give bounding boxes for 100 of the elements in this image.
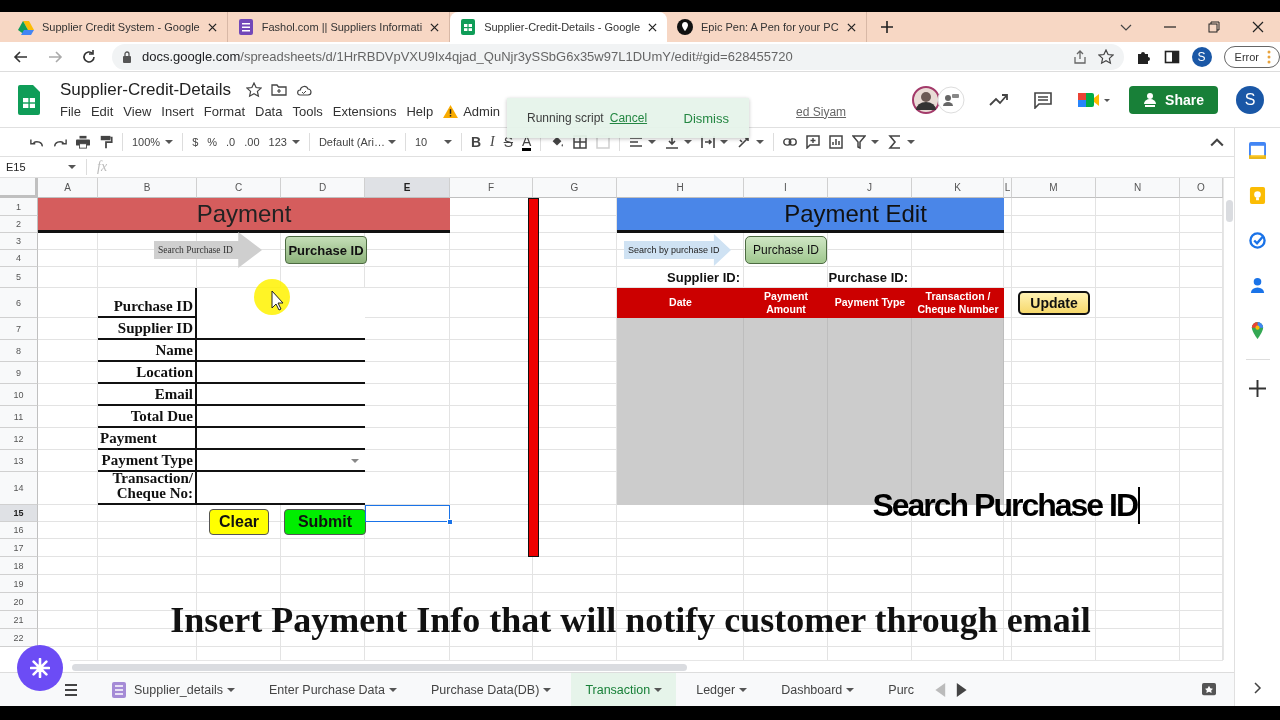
submit-button[interactable]: Submit bbox=[284, 509, 366, 535]
add-comment-icon[interactable] bbox=[806, 135, 821, 149]
account-avatar[interactable]: S bbox=[1236, 85, 1264, 114]
sheet-tab[interactable]: Supplier_details bbox=[98, 672, 249, 707]
strikethrough-button[interactable]: S bbox=[503, 134, 514, 150]
expand-icon[interactable] bbox=[1253, 682, 1262, 694]
row-header[interactable]: 19 bbox=[0, 575, 38, 593]
sidebar-icon[interactable] bbox=[1163, 48, 1180, 65]
sheet-tab[interactable]: Transaction bbox=[571, 672, 677, 707]
scroll-right-icon[interactable] bbox=[954, 682, 968, 697]
menu-item[interactable]: View bbox=[123, 104, 152, 119]
menu-item[interactable]: Help bbox=[406, 104, 434, 119]
all-sheets-icon[interactable] bbox=[64, 682, 78, 697]
bold-button[interactable]: B bbox=[470, 134, 481, 150]
menu-item[interactable]: Admin bbox=[463, 104, 501, 119]
row-header[interactable]: 14 bbox=[0, 472, 38, 505]
address-field[interactable]: docs.google.com/spreadsheets/d/1HrRBDVpVXU9Ix4qjad_QuNjr3ySSbG6x35w97L1DUmY/edit#gid=628455720 bbox=[112, 43, 1124, 70]
font-size-dropdown[interactable]: 10 bbox=[414, 136, 439, 148]
row-header[interactable]: 11 bbox=[0, 406, 38, 428]
column-header[interactable]: J bbox=[828, 178, 912, 198]
column-header[interactable]: B bbox=[98, 178, 197, 198]
close-icon[interactable] bbox=[430, 22, 440, 32]
vertical-align-icon[interactable] bbox=[665, 135, 680, 149]
column-header[interactable]: H bbox=[617, 178, 744, 198]
close-icon[interactable] bbox=[207, 22, 217, 32]
menu-item[interactable]: Format bbox=[203, 104, 245, 119]
browser-tab[interactable]: Supplier Credit System - Google bbox=[8, 12, 228, 42]
number-format-dropdown[interactable]: 123 bbox=[268, 136, 287, 148]
row-header[interactable]: 10 bbox=[0, 384, 38, 406]
purchase-id-button[interactable]: Purchase ID bbox=[285, 236, 367, 264]
rotate-icon[interactable] bbox=[737, 135, 752, 149]
row-header[interactable]: 2 bbox=[0, 216, 38, 233]
column-header[interactable]: E bbox=[365, 178, 450, 198]
star-icon[interactable] bbox=[246, 82, 262, 98]
row-header[interactable]: 13 bbox=[0, 450, 38, 472]
italic-button[interactable]: I bbox=[490, 134, 495, 150]
font-dropdown[interactable]: Default (Ari… bbox=[318, 136, 383, 148]
form-input[interactable] bbox=[197, 428, 365, 450]
calendar-icon[interactable] bbox=[1249, 142, 1266, 159]
vertical-scrollbar[interactable] bbox=[1223, 178, 1234, 660]
row-header[interactable]: 7 bbox=[0, 318, 38, 340]
menu-item[interactable]: File bbox=[60, 104, 81, 119]
percent-button[interactable]: % bbox=[207, 136, 218, 148]
paint-format-icon[interactable] bbox=[99, 135, 113, 149]
menu-item[interactable]: Edit bbox=[90, 104, 114, 119]
menu-item[interactable]: Tools bbox=[292, 104, 323, 119]
close-icon[interactable] bbox=[648, 22, 658, 32]
align-icon[interactable] bbox=[629, 135, 644, 149]
profile-avatar[interactable]: S bbox=[1191, 46, 1212, 67]
tasks-icon[interactable] bbox=[1249, 232, 1266, 249]
menu-item[interactable]: Extensions bbox=[332, 104, 397, 119]
name-box[interactable]: E15 bbox=[6, 161, 62, 173]
row-header[interactable]: 5 bbox=[0, 267, 38, 288]
row-header[interactable]: 22 bbox=[0, 629, 38, 647]
row-header[interactable]: 16 bbox=[0, 522, 38, 539]
reload-icon[interactable] bbox=[81, 48, 97, 65]
column-header[interactable]: A bbox=[38, 178, 98, 198]
maps-icon[interactable] bbox=[1249, 322, 1266, 339]
row-header[interactable]: 6 bbox=[0, 288, 38, 318]
menu-item[interactable]: Insert bbox=[161, 104, 194, 119]
column-header[interactable]: I bbox=[744, 178, 828, 198]
browser-tab[interactable]: Supplier-Credit-Details - Google bbox=[450, 12, 668, 42]
column-header[interactable]: M bbox=[1012, 178, 1096, 198]
new-tab-icon[interactable] bbox=[880, 21, 893, 33]
back-icon[interactable] bbox=[13, 48, 29, 65]
decrease-decimal-button[interactable]: .0 bbox=[226, 136, 236, 148]
form-input[interactable] bbox=[197, 450, 365, 472]
row-header[interactable]: 1 bbox=[0, 198, 38, 216]
row-header[interactable]: 17 bbox=[0, 539, 38, 557]
purchase-id-button[interactable]: Purchase ID bbox=[745, 236, 827, 264]
sheet-tab[interactable]: Purchase Data(DB) bbox=[417, 672, 566, 707]
form-input[interactable] bbox=[197, 406, 365, 428]
collaborator-icon[interactable] bbox=[937, 85, 966, 114]
row-header[interactable]: 9 bbox=[0, 362, 38, 384]
fill-color-icon[interactable] bbox=[550, 135, 565, 149]
increase-decimal-button[interactable]: .00 bbox=[244, 136, 260, 148]
sheet-tab[interactable]: Dashboard bbox=[767, 672, 869, 707]
document-title[interactable]: Supplier-Credit-Details bbox=[60, 80, 231, 100]
update-button[interactable]: Update bbox=[1018, 291, 1090, 315]
column-header[interactable]: O bbox=[1180, 178, 1223, 198]
folder-icon[interactable] bbox=[271, 82, 287, 98]
sheet-tab[interactable]: Purc bbox=[874, 672, 928, 707]
wrap-icon[interactable] bbox=[701, 135, 716, 149]
video-call-icon[interactable] bbox=[1077, 90, 1112, 109]
row-header[interactable]: 15 bbox=[0, 505, 38, 522]
form-input[interactable] bbox=[197, 362, 365, 384]
row-header[interactable]: 21 bbox=[0, 611, 38, 629]
close-icon[interactable] bbox=[1252, 21, 1264, 33]
sheet-tab[interactable]: Ledger bbox=[682, 672, 762, 707]
user-avatar[interactable] bbox=[912, 85, 941, 114]
assistant-button[interactable] bbox=[17, 645, 63, 691]
column-header[interactable]: G bbox=[533, 178, 617, 198]
last-edit-link[interactable]: ed Siyam bbox=[796, 104, 847, 119]
sum-icon[interactable] bbox=[888, 135, 903, 149]
browser-tab[interactable]: Epic Pen: A Pen for your PC bbox=[667, 12, 867, 42]
print-icon[interactable] bbox=[76, 135, 90, 149]
currency-button[interactable]: $ bbox=[192, 136, 199, 148]
column-header[interactable]: F bbox=[450, 178, 533, 198]
column-header[interactable]: D bbox=[281, 178, 365, 198]
contacts-icon[interactable] bbox=[1249, 277, 1266, 294]
